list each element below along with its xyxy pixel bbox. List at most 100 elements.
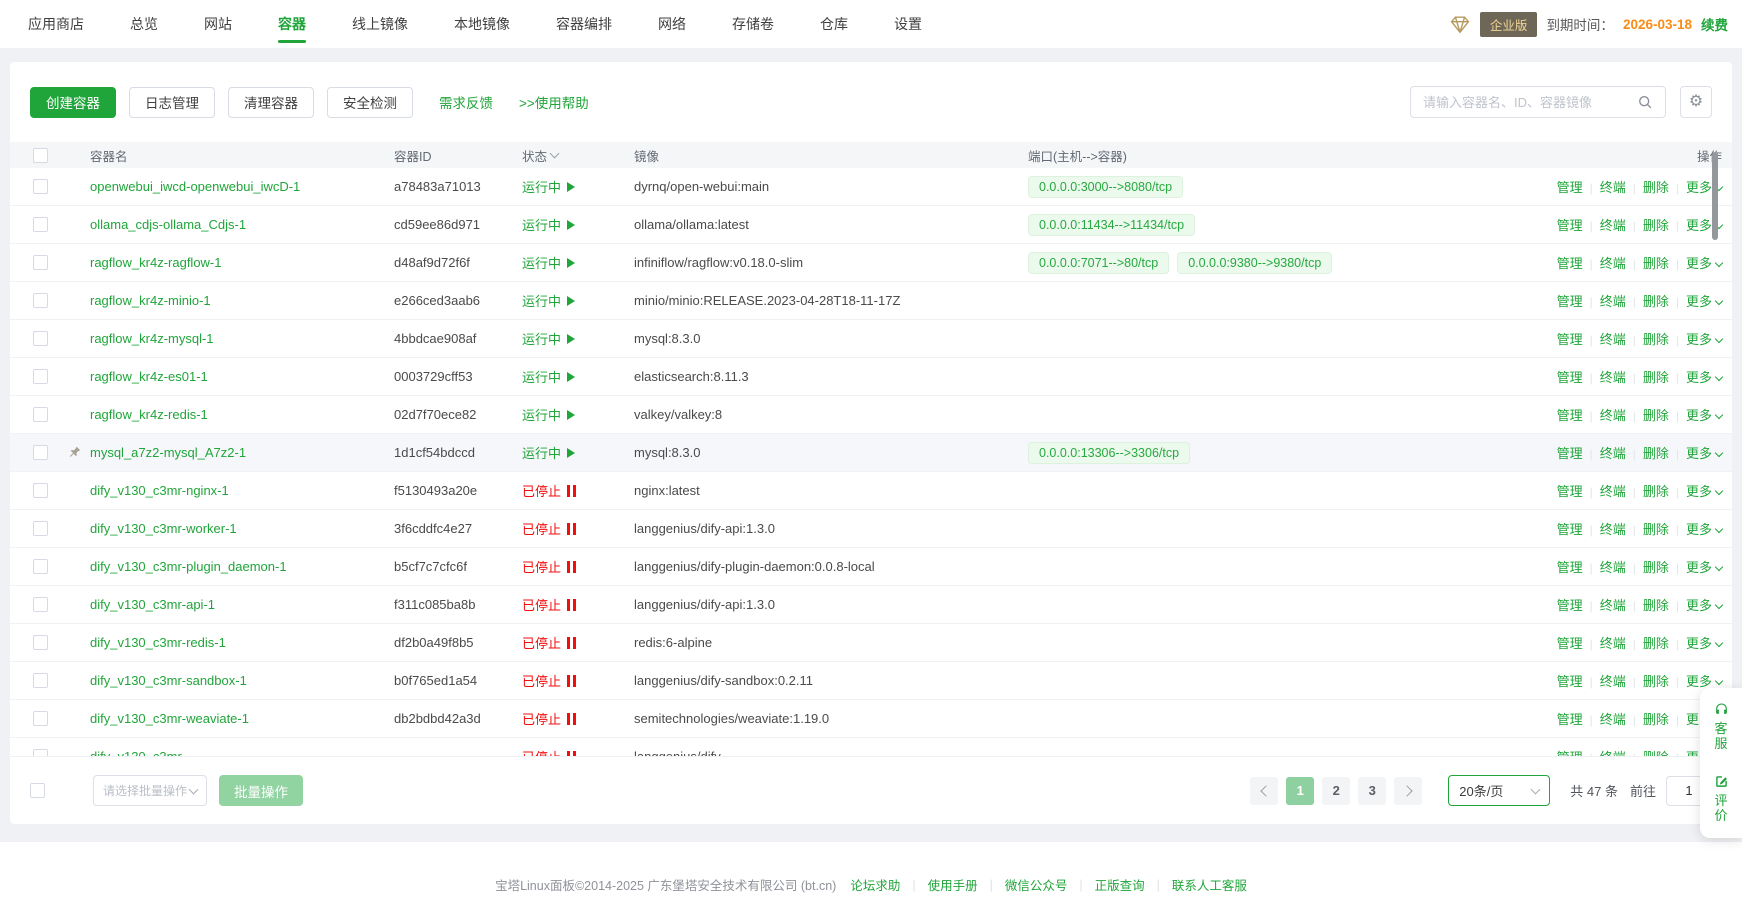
status-running[interactable]: 运行中 <box>522 177 575 196</box>
action-terminal[interactable]: 终端 <box>1600 484 1626 499</box>
action-terminal[interactable]: 终端 <box>1600 712 1626 727</box>
status-stopped[interactable]: 已停止 <box>522 709 576 728</box>
action-more[interactable]: 更多 <box>1686 674 1712 689</box>
action-delete[interactable]: 删除 <box>1643 750 1669 756</box>
action-delete[interactable]: 删除 <box>1643 446 1669 461</box>
container-name-link[interactable]: dify_v130_c3mr-… <box>90 749 199 756</box>
action-manage[interactable]: 管理 <box>1557 294 1583 309</box>
action-delete[interactable]: 删除 <box>1643 218 1669 233</box>
action-delete[interactable]: 删除 <box>1643 370 1669 385</box>
action-terminal[interactable]: 终端 <box>1600 256 1626 271</box>
row-checkbox[interactable] <box>33 483 48 498</box>
status-stopped[interactable]: 已停止 <box>522 671 576 690</box>
action-manage[interactable]: 管理 <box>1557 370 1583 385</box>
page-button[interactable]: 3 <box>1358 777 1386 805</box>
action-delete[interactable]: 删除 <box>1643 522 1669 537</box>
action-delete[interactable]: 删除 <box>1643 256 1669 271</box>
action-terminal[interactable]: 终端 <box>1600 522 1626 537</box>
review-button[interactable]: 评价 <box>1713 773 1730 823</box>
gear-icon[interactable]: ⚙ <box>1680 86 1712 118</box>
batch-select-all-checkbox[interactable] <box>30 783 45 798</box>
container-name-link[interactable]: mysql_a7z2-mysql_A7z2-1 <box>90 445 246 460</box>
container-name-link[interactable]: dify_v130_c3mr-api-1 <box>90 597 215 612</box>
container-name-link[interactable]: ragflow_kr4z-mysql-1 <box>90 331 214 346</box>
action-more[interactable]: 更多 <box>1686 218 1712 233</box>
action-manage[interactable]: 管理 <box>1557 218 1583 233</box>
row-checkbox[interactable] <box>33 407 48 422</box>
clean-container-button[interactable]: 清理容器 <box>228 87 314 118</box>
action-terminal[interactable]: 终端 <box>1600 446 1626 461</box>
nav-item[interactable]: 容器编排 <box>556 0 612 48</box>
row-checkbox[interactable] <box>33 711 48 726</box>
row-checkbox[interactable] <box>33 597 48 612</box>
action-more[interactable]: 更多 <box>1686 446 1712 461</box>
container-name-link[interactable]: ragflow_kr4z-ragflow-1 <box>90 255 222 270</box>
footer-link[interactable]: 使用手册 <box>928 875 978 894</box>
action-delete[interactable]: 删除 <box>1643 180 1669 195</box>
status-running[interactable]: 运行中 <box>522 329 575 348</box>
nav-item[interactable]: 容器 <box>278 0 306 48</box>
action-manage[interactable]: 管理 <box>1557 598 1583 613</box>
prev-page-button[interactable] <box>1250 777 1278 805</box>
action-terminal[interactable]: 终端 <box>1600 408 1626 423</box>
action-terminal[interactable]: 终端 <box>1600 332 1626 347</box>
action-terminal[interactable]: 终端 <box>1600 560 1626 575</box>
action-manage[interactable]: 管理 <box>1557 674 1583 689</box>
container-name-link[interactable]: dify_v130_c3mr-plugin_daemon-1 <box>90 559 287 574</box>
batch-operation-select[interactable]: 请选择批量操作 <box>93 775 207 806</box>
action-delete[interactable]: 删除 <box>1643 598 1669 613</box>
status-stopped[interactable]: 已停止 <box>522 747 576 756</box>
action-manage[interactable]: 管理 <box>1557 180 1583 195</box>
footer-link[interactable]: 联系人工客服 <box>1172 875 1247 894</box>
action-terminal[interactable]: 终端 <box>1600 218 1626 233</box>
row-checkbox[interactable] <box>33 179 48 194</box>
action-manage[interactable]: 管理 <box>1557 636 1583 651</box>
next-page-button[interactable] <box>1394 777 1422 805</box>
row-checkbox[interactable] <box>33 217 48 232</box>
row-checkbox[interactable] <box>33 635 48 650</box>
action-more[interactable]: 更多 <box>1686 294 1712 309</box>
action-more[interactable]: 更多 <box>1686 332 1712 347</box>
action-delete[interactable]: 删除 <box>1643 674 1669 689</box>
action-terminal[interactable]: 终端 <box>1600 636 1626 651</box>
batch-operation-button[interactable]: 批量操作 <box>219 775 303 806</box>
row-checkbox[interactable] <box>33 369 48 384</box>
status-running[interactable]: 运行中 <box>522 215 575 234</box>
nav-item[interactable]: 线上镜像 <box>352 0 408 48</box>
container-name-link[interactable]: dify_v130_c3mr-sandbox-1 <box>90 673 247 688</box>
help-link[interactable]: >>使用帮助 <box>519 92 589 112</box>
feedback-link[interactable]: 需求反馈 <box>439 92 493 112</box>
action-delete[interactable]: 删除 <box>1643 294 1669 309</box>
nav-item[interactable]: 本地镜像 <box>454 0 510 48</box>
status-running[interactable]: 运行中 <box>522 443 575 462</box>
container-name-link[interactable]: openwebui_iwcd-openwebui_iwcD-1 <box>90 179 300 194</box>
footer-link[interactable]: 论坛求助 <box>850 875 900 894</box>
row-checkbox[interactable] <box>33 331 48 346</box>
page-size-select[interactable]: 20条/页 <box>1448 775 1550 806</box>
action-more[interactable]: 更多 <box>1686 560 1712 575</box>
action-more[interactable]: 更多 <box>1686 484 1712 499</box>
status-stopped[interactable]: 已停止 <box>522 633 576 652</box>
status-stopped[interactable]: 已停止 <box>522 481 576 500</box>
page-button[interactable]: 2 <box>1322 777 1350 805</box>
container-name-link[interactable]: ragflow_kr4z-es01-1 <box>90 369 208 384</box>
nav-item[interactable]: 总览 <box>130 0 158 48</box>
row-checkbox[interactable] <box>33 749 48 756</box>
row-checkbox[interactable] <box>33 293 48 308</box>
status-stopped[interactable]: 已停止 <box>522 519 576 538</box>
action-delete[interactable]: 删除 <box>1643 560 1669 575</box>
container-name-link[interactable]: dify_v130_c3mr-worker-1 <box>90 521 237 536</box>
status-stopped[interactable]: 已停止 <box>522 595 576 614</box>
action-manage[interactable]: 管理 <box>1557 560 1583 575</box>
action-manage[interactable]: 管理 <box>1557 750 1583 756</box>
row-checkbox[interactable] <box>33 559 48 574</box>
action-manage[interactable]: 管理 <box>1557 712 1583 727</box>
action-terminal[interactable]: 终端 <box>1600 750 1626 756</box>
status-running[interactable]: 运行中 <box>522 367 575 386</box>
log-manage-button[interactable]: 日志管理 <box>129 87 215 118</box>
nav-item[interactable]: 仓库 <box>820 0 848 48</box>
action-terminal[interactable]: 终端 <box>1600 370 1626 385</box>
row-checkbox[interactable] <box>33 673 48 688</box>
action-manage[interactable]: 管理 <box>1557 484 1583 499</box>
action-delete[interactable]: 删除 <box>1643 636 1669 651</box>
